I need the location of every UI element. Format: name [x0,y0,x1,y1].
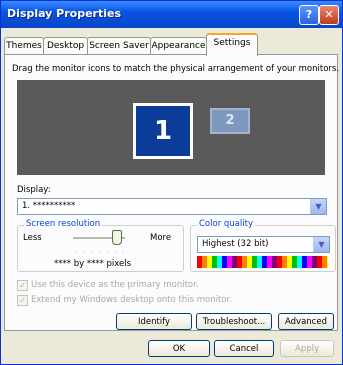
extend-desktop-checkbox[interactable]: ✓ [17,295,28,306]
display-select-value: 1. ********** [22,201,76,211]
chevron-down-icon[interactable]: ▼ [310,199,326,214]
monitor-1-icon[interactable]: 1 [133,103,193,159]
tab-screen-saver[interactable]: Screen Saver [87,37,151,54]
primary-monitor-label: Use this device as the primary monitor. [31,280,199,290]
color-quality-title: Color quality [197,219,255,229]
title-bar[interactable]: Display Properties ? ✕ [1,1,342,28]
display-label: Display: [17,185,51,195]
window-title: Display Properties [7,7,122,20]
extend-desktop-label: Extend my Windows desktop onto this moni… [31,295,232,305]
close-button[interactable]: ✕ [319,5,339,25]
resolution-more-label: More [150,233,172,243]
color-quality-select[interactable]: Highest (32 bit) ▼ [197,236,330,253]
screen-resolution-title: Screen resolution [24,219,103,229]
primary-monitor-checkbox[interactable]: ✓ [17,280,28,291]
resolution-slider-ticks: · · · · · · · [75,250,126,257]
resolution-slider-thumb[interactable] [112,230,123,245]
troubleshoot-button[interactable]: Troubleshoot... [196,313,272,330]
instruction-text: Drag the monitor icons to match the phys… [12,64,340,74]
tab-settings[interactable]: Settings [206,33,258,56]
tab-desktop[interactable]: Desktop [43,37,88,54]
advanced-button[interactable]: Advanced [278,313,334,330]
apply-button[interactable]: Apply [280,340,334,357]
color-spectrum-bar [197,256,328,268]
monitor-2-icon[interactable]: 2 [210,108,250,134]
display-select[interactable]: 1. ********** ▼ [17,198,327,215]
tab-themes[interactable]: Themes [4,37,44,54]
tab-appearance[interactable]: Appearance [150,37,207,54]
color-quality-value: Highest (32 bit) [202,239,269,249]
resolution-less-label: Less [23,233,42,243]
resolution-value-text: **** by **** pixels [54,259,132,269]
ok-button[interactable]: OK [148,340,210,357]
identify-button[interactable]: Identify [116,313,192,330]
help-button[interactable]: ? [299,5,319,25]
chevron-down-icon[interactable]: ▼ [313,237,329,252]
cancel-button[interactable]: Cancel [214,340,274,357]
